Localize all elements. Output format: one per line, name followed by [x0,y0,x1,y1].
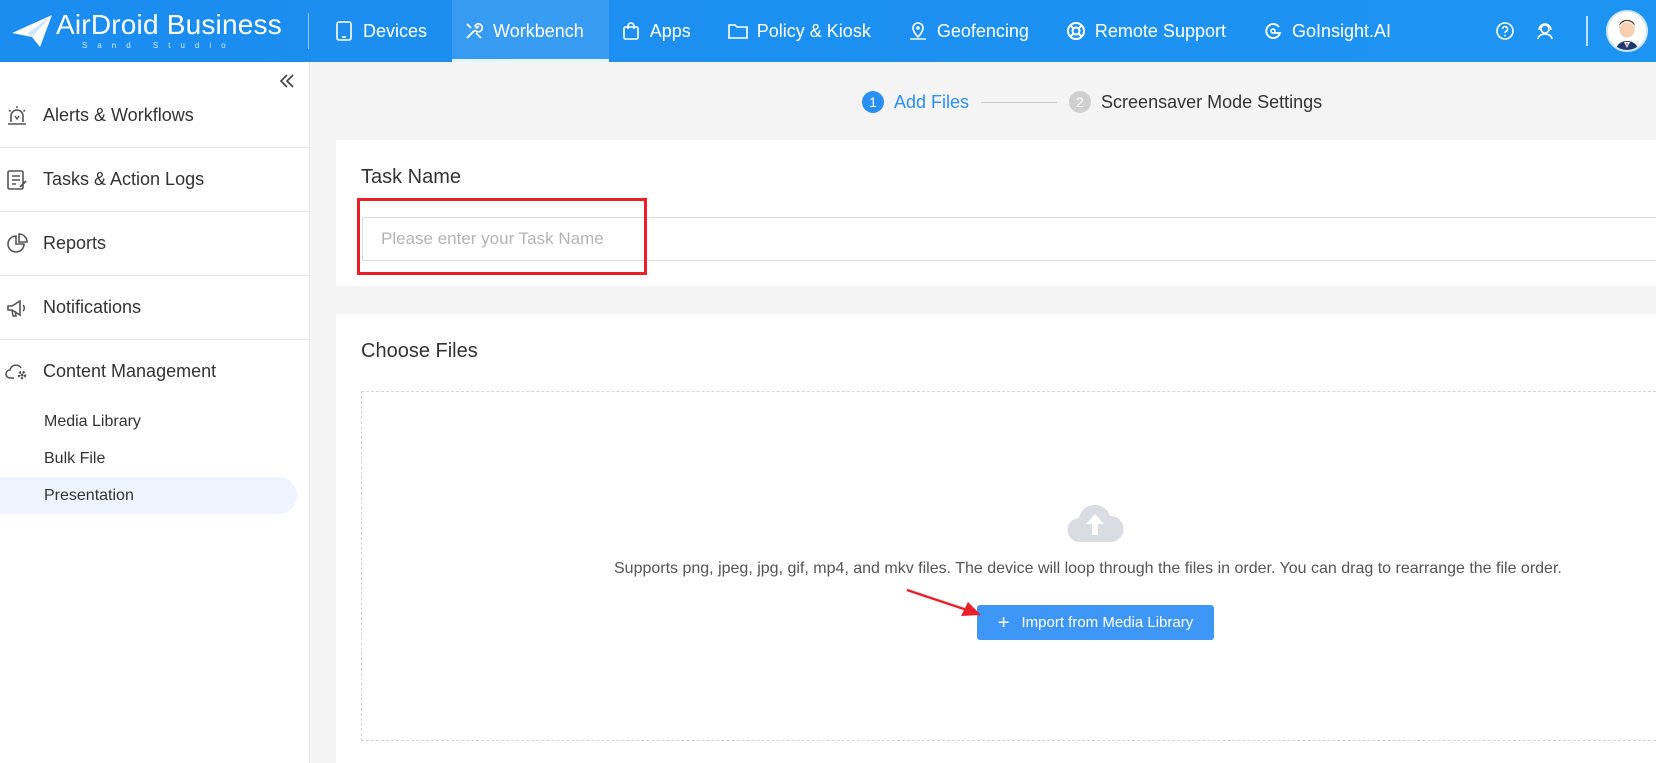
step-add-files: 1 Add Files [862,91,969,113]
nav-remote-support[interactable]: Remote Support [1054,0,1251,62]
sidebar-item-label: Reports [43,233,107,253]
cloud-gear-icon [4,359,30,385]
sidebar-subitem-media-library[interactable]: Media Library [0,403,309,440]
nav-label: Geofencing [936,20,1029,41]
pie-chart-icon [4,231,30,257]
task-name-input[interactable] [362,217,1656,261]
tablet-icon [333,20,355,42]
cloud-upload-icon [1067,504,1124,543]
sidebar-item-label: Content Management [43,361,217,381]
nav-label: GoInsight.AI [1291,20,1392,41]
user-avatar[interactable] [1606,10,1648,52]
sidebar-subitem-bulk-file[interactable]: Bulk File [0,440,309,477]
import-from-media-library-button[interactable]: + Import from Media Library [977,605,1214,640]
sidebar: Alerts & Workflows Tasks & Action Logs R… [0,62,310,763]
choose-files-title: Choose Files [361,340,478,362]
content-management-submenu: Media Library Bulk File Presentation [0,403,309,514]
sidebar-item-label: Alerts & Workflows [43,105,194,125]
brand-name: AirDroid Business [56,9,282,40]
nav-devices[interactable]: Devices [322,0,452,62]
step-indicator: 1 Add Files 2 Screensaver Mode Settings [862,90,1322,114]
alarm-icon [4,103,30,129]
sidebar-item-label: Notifications [43,297,142,317]
step-connector [981,101,1058,103]
shopping-bag-icon [620,20,642,42]
nav-geofencing[interactable]: Geofencing [896,0,1054,62]
import-button-label: Import from Media Library [1021,614,1194,631]
sidebar-menu: Alerts & Workflows Tasks & Action Logs R… [0,84,309,514]
supported-files-hint: Supports png, jpeg, jpg, gif, mp4, and m… [614,560,1562,577]
support-agent-icon[interactable] [1534,20,1556,42]
nav-label: Devices [363,20,428,41]
task-name-title: Task Name [361,166,462,188]
map-pin-icon [907,20,929,42]
plus-icon: + [997,611,1010,634]
sidebar-item-alerts-workflows[interactable]: Alerts & Workflows [0,84,309,148]
nav-label: Policy & Kiosk [756,20,871,41]
choose-files-card: Choose Files [336,314,1656,763]
sidebar-item-tasks-action-logs[interactable]: Tasks & Action Logs [0,148,309,212]
folder-icon [727,20,749,42]
tools-icon [463,20,485,42]
annotation-arrow-icon [906,588,981,616]
step-label: Screensaver Mode Settings [1101,91,1323,112]
nav-apps[interactable]: Apps [609,0,716,62]
step-number: 1 [862,91,884,113]
brand-subtitle: Sand Studio [82,41,236,50]
lifebuoy-icon [1065,20,1087,42]
sidebar-item-reports[interactable]: Reports [0,212,309,276]
sidebar-subitem-presentation[interactable]: Presentation [0,477,297,514]
top-navbar: AirDroid Business Sand Studio Devices Wo… [0,0,1656,62]
sidebar-item-notifications[interactable]: Notifications [0,276,309,340]
nav-divider [308,13,309,49]
sidebar-item-content-management[interactable]: Content Management [0,340,309,403]
step-label: Add Files [894,91,970,112]
megaphone-icon [4,295,30,321]
nav-workbench[interactable]: Workbench [452,0,609,62]
paper-plane-logo-icon [12,15,52,47]
main-nav: Devices Workbench Apps Policy & Kiosk Ge… [322,0,1416,62]
step-number: 2 [1069,91,1092,113]
header-actions [1494,0,1656,62]
goinsight-icon [1262,20,1284,42]
airdroid-logo[interactable]: AirDroid Business Sand Studio [12,9,282,51]
nav-label: Remote Support [1094,20,1226,41]
nav-label: Apps [649,20,691,41]
nav-goinsight[interactable]: GoInsight.AI [1251,0,1416,62]
nav-label: Workbench [493,20,584,41]
task-log-icon [4,167,30,193]
header-separator [1586,16,1588,46]
help-icon[interactable] [1494,20,1516,42]
nav-policy-kiosk[interactable]: Policy & Kiosk [716,0,896,62]
task-name-card: Task Name [336,140,1656,286]
sidebar-item-label: Tasks & Action Logs [43,169,205,189]
step-screensaver-settings: 2 Screensaver Mode Settings [1069,91,1322,113]
